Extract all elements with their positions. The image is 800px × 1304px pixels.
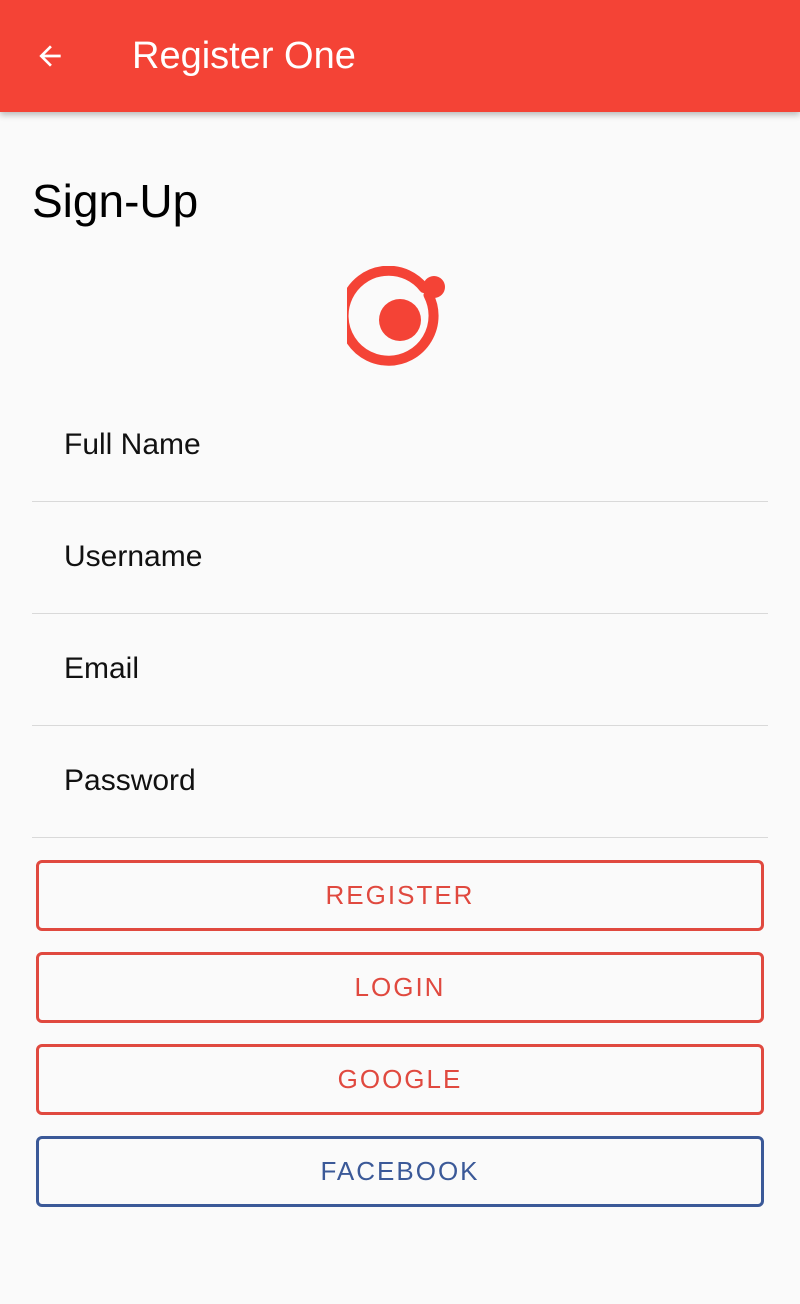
email-item [32, 614, 768, 726]
username-input[interactable] [64, 502, 744, 612]
arrow-back-icon [39, 45, 61, 67]
email-input[interactable] [64, 614, 744, 724]
google-button[interactable]: GOOGLE [36, 1044, 764, 1115]
sign-up-content: Sign-Up REGISTER LOGIN GOOGLE FACEBOOK [0, 112, 800, 1304]
sign-up-form [32, 390, 768, 838]
username-item [32, 502, 768, 614]
register-button[interactable]: REGISTER [36, 860, 764, 931]
full-name-item [32, 390, 768, 502]
back-button[interactable] [18, 24, 82, 88]
password-input[interactable] [64, 726, 744, 836]
full-name-input[interactable] [64, 390, 744, 500]
page-heading: Sign-Up [32, 175, 199, 227]
login-button[interactable]: LOGIN [36, 952, 764, 1023]
app-bar: Register One [0, 0, 800, 112]
password-item [32, 726, 768, 838]
ionic-logo-icon [347, 266, 457, 376]
app-title: Register One [132, 35, 356, 77]
facebook-button[interactable]: FACEBOOK [36, 1136, 764, 1207]
